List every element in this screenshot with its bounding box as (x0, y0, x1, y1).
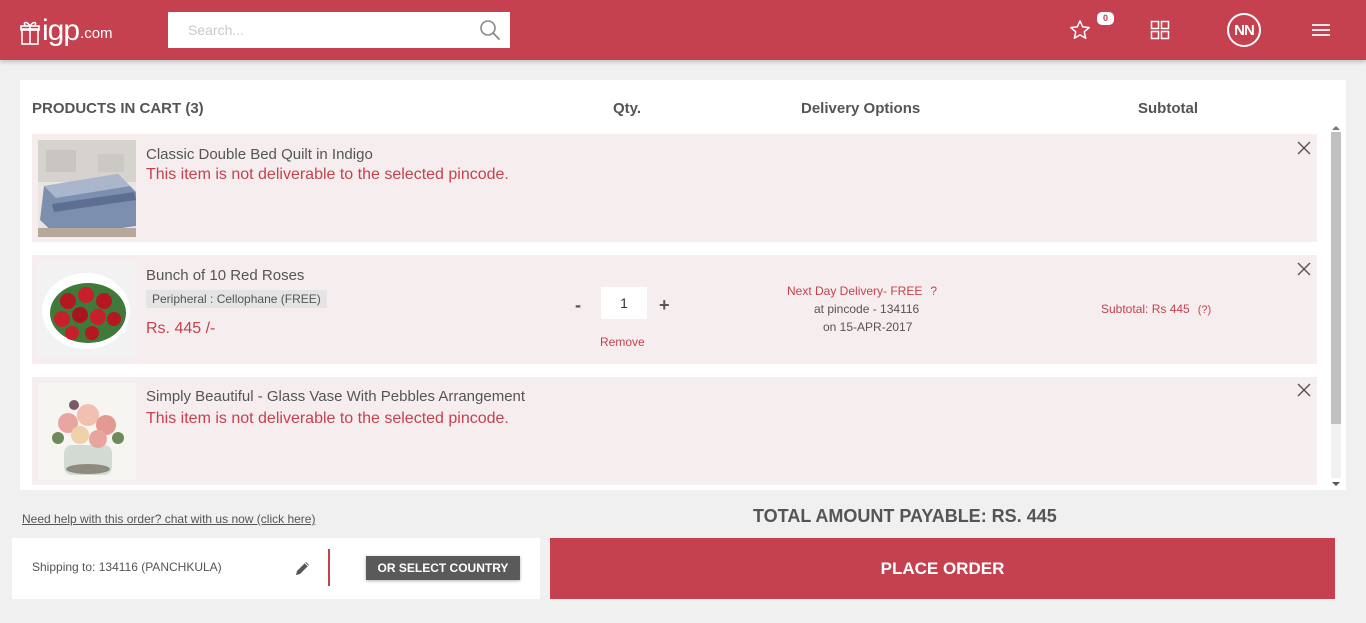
qty-decrease-button[interactable]: - (575, 295, 581, 316)
remove-item-link[interactable]: Remove (600, 335, 645, 349)
cart-item: Simply Beautiful - Glass Vase With Pebbl… (32, 377, 1317, 485)
cart-panel: PRODUCTS IN CART (3) Qty. Delivery Optio… (20, 80, 1346, 490)
gift-logo-icon (20, 21, 40, 45)
user-avatar[interactable]: NN (1227, 13, 1261, 47)
logo[interactable]: igp .com (20, 14, 113, 46)
shipping-destination: Shipping to: 134116 (PANCHKULA) (32, 560, 222, 574)
scroll-up-arrow[interactable] (1332, 126, 1340, 130)
menu-button[interactable] (1307, 16, 1335, 44)
delivery-error-message: This item is not deliverable to the sele… (146, 166, 509, 183)
shipping-divider (328, 549, 330, 586)
close-icon[interactable] (1295, 139, 1313, 157)
delivery-pincode: at pincode - 134116 (814, 302, 920, 316)
product-image-quilt[interactable] (38, 140, 136, 237)
column-header-products: PRODUCTS IN CART (3) (32, 100, 204, 117)
wishlist-count-badge: 0 (1097, 12, 1114, 25)
chat-help-link[interactable]: Need help with this order? chat with us … (22, 512, 315, 526)
delivery-error-message: This item is not deliverable to the sele… (146, 410, 509, 427)
cart-scrollbar[interactable] (1329, 124, 1343, 490)
top-header: igp .com 0 NN (0, 0, 1366, 60)
grid-icon (1150, 20, 1170, 40)
delivery-date: on 15-APR-2017 (823, 320, 913, 334)
cart-items-list[interactable]: Classic Double Bed Quilt in Indigo This … (32, 134, 1317, 490)
scroll-thumb[interactable] (1331, 132, 1341, 424)
item-subtotal: Subtotal: Rs 445 (?) (1101, 302, 1211, 316)
logo-suffix: .com (80, 25, 113, 42)
item-subtotal-value: Subtotal: Rs 445 (1101, 302, 1190, 316)
peripheral-tag: Peripheral : Cellophane (FREE) (146, 290, 327, 308)
item-name[interactable]: Simply Beautiful - Glass Vase With Pebbl… (146, 388, 525, 405)
item-name[interactable]: Classic Double Bed Quilt in Indigo (146, 146, 373, 163)
delivery-option[interactable]: Next Day Delivery- FREE? (787, 284, 937, 298)
item-name[interactable]: Bunch of 10 Red Roses (146, 267, 304, 284)
select-country-button[interactable]: OR SELECT COUNTRY (366, 556, 520, 580)
menu-icon (1312, 24, 1330, 36)
total-amount: TOTAL AMOUNT PAYABLE: RS. 445 (753, 506, 1057, 526)
search-icon[interactable] (478, 18, 502, 42)
column-header-subtotal: Subtotal (1138, 100, 1198, 117)
place-order-button[interactable]: PLACE ORDER (550, 538, 1335, 599)
item-price: Rs. 445 /- (146, 320, 216, 337)
logo-brand: igp (42, 14, 80, 47)
pencil-icon[interactable] (294, 559, 312, 577)
column-header-qty: Qty. (613, 100, 642, 117)
subtotal-help-link[interactable]: (?) (1198, 304, 1211, 316)
close-icon[interactable] (1295, 381, 1313, 399)
cart-item: Bunch of 10 Red Roses Peripheral : Cello… (32, 255, 1317, 364)
scroll-down-arrow[interactable] (1332, 482, 1340, 486)
qty-increase-button[interactable]: + (659, 295, 670, 316)
delivery-help-link[interactable]: ? (930, 284, 937, 298)
product-image-vase-arrangement[interactable] (38, 383, 136, 480)
star-icon (1070, 20, 1090, 39)
qty-input[interactable] (601, 287, 647, 319)
categories-button[interactable] (1146, 16, 1174, 44)
wishlist-button[interactable] (1066, 16, 1094, 44)
column-header-delivery: Delivery Options (801, 100, 921, 117)
search-input[interactable] (168, 12, 510, 48)
delivery-option-label: Next Day Delivery- FREE (787, 284, 923, 298)
shipping-box: Shipping to: 134116 (PANCHKULA) OR SELEC… (12, 538, 540, 599)
cart-item: Classic Double Bed Quilt in Indigo This … (32, 134, 1317, 242)
close-icon[interactable] (1295, 260, 1313, 278)
product-image-roses[interactable] (38, 261, 136, 358)
